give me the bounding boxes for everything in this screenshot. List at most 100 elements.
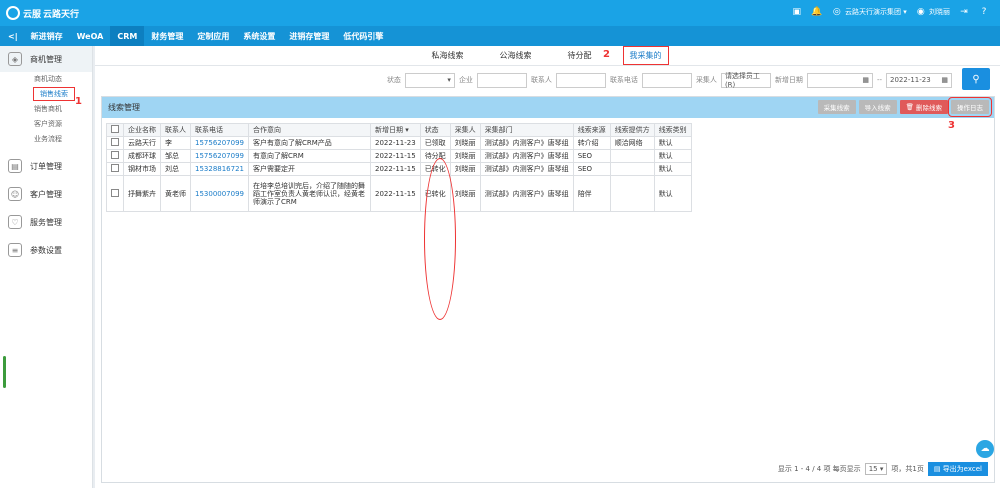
- filter-company-label: 企业: [458, 76, 473, 84]
- panel-header: 线索管理 采集线索 导入线索 🗑 删除线索 操作日志: [102, 97, 994, 118]
- annotation-1: 1: [75, 96, 82, 107]
- company-selector[interactable]: ◎ 云路天行演示集团 ▾: [831, 6, 907, 18]
- cell-intent: 有意向了解CRM: [248, 149, 371, 163]
- brand-prefix: 云服: [23, 9, 42, 20]
- table-row[interactable]: 云路天行 李 15756207099 客户有意向了解CRM产品 2022-11-…: [106, 136, 692, 150]
- trash-icon: 🗑: [905, 103, 914, 111]
- sidebar-group-customers[interactable]: ☺ 客户管理: [0, 181, 92, 207]
- floating-assistant-button[interactable]: ☁: [976, 440, 994, 458]
- cell-company: 抒舞紫卉: [123, 175, 161, 212]
- cell-date: 2022-11-15: [370, 162, 421, 176]
- cell-phone[interactable]: 15300007099: [190, 175, 249, 212]
- cell-phone[interactable]: 15756207099: [190, 149, 249, 163]
- top-bar: 云服 云路天行 ▣ 🔔 ◎ 云路天行演示集团 ▾ ◉ 刘晓丽 ⇥ ?: [0, 0, 1000, 26]
- nav-item-weoa[interactable]: WeOA: [70, 26, 111, 46]
- tab-public-leads[interactable]: 公海线索: [496, 47, 536, 64]
- sidebar: ◈ 商机管理 商机动态 销售线索 销售商机 客户资源 业务流程 ▤ 订单管理 ☺…: [0, 46, 93, 488]
- pagination-summary: 显示 1 - 4 / 4 项 每页显示: [777, 465, 861, 473]
- nav-item-finance[interactable]: 财务管理: [144, 26, 190, 46]
- bell-icon[interactable]: 🔔: [811, 6, 823, 18]
- filter-contact-input[interactable]: [555, 72, 606, 88]
- cell-provider: [609, 162, 655, 176]
- filter-date-from[interactable]: ▦: [806, 72, 873, 88]
- brand-name: 云路天行: [43, 9, 80, 20]
- lead-tabs: 私海线索 公海线索 待分配 我采集的: [95, 46, 1000, 66]
- cell-company: 钢材市场: [123, 162, 161, 176]
- main-nav: <| 新进销存 WeOA CRM 财务管理 定制应用 系统设置 进销存管理 低代…: [0, 26, 1000, 46]
- cell-intent: 在培李总培训完后，介绍了随随的舞蹈工作室负责人黄老师认识，经黄老师演示了CRM: [248, 175, 371, 212]
- checkbox[interactable]: [111, 164, 119, 172]
- sidebar-item-workflow[interactable]: 业务流程: [0, 132, 92, 147]
- export-excel-button[interactable]: ▤ 导出为excel: [927, 462, 988, 476]
- cell-company: 云路天行: [123, 136, 161, 150]
- table-row[interactable]: 抒舞紫卉 黄老师 15300007099 在培李总培训完后，介绍了随随的舞蹈工作…: [106, 175, 692, 212]
- cell-category: 默认: [653, 136, 692, 150]
- operation-log-button[interactable]: 操作日志: [948, 97, 992, 117]
- filter-status-select[interactable]: ▾: [404, 72, 455, 88]
- sidebar-group-service[interactable]: ♡ 服务管理: [0, 209, 92, 235]
- search-button[interactable]: ⚲: [962, 68, 990, 90]
- checkbox[interactable]: [111, 188, 119, 197]
- collect-leads-button[interactable]: 采集线索: [817, 100, 856, 114]
- pagination: 显示 1 - 4 / 4 项 每页显示 15 ▾ 项，共1页 ▤ 导出为exce…: [778, 462, 988, 476]
- user-menu[interactable]: ◉ 刘晓丽: [915, 6, 950, 18]
- cell-intent: 客户有意向了解CRM产品: [248, 136, 371, 150]
- cell-source: SEO: [572, 149, 611, 163]
- status-highlight-ellipse: [424, 158, 456, 320]
- scroll-indicator: [3, 356, 6, 388]
- select-all-cell[interactable]: [106, 123, 124, 137]
- cell-provider: [609, 175, 655, 212]
- page-size-select[interactable]: 15 ▾: [864, 463, 888, 475]
- table-header-row: 企业名称 联系人 联系电话 合作意向 新增日期 ▾ 状态 采集人 采集部门 线索…: [106, 123, 692, 137]
- cell-phone[interactable]: 15328816721: [190, 162, 249, 176]
- cell-provider: [609, 149, 655, 163]
- col-contact: 联系人: [160, 123, 191, 137]
- col-phone: 联系电话: [190, 123, 249, 137]
- nav-item-settings[interactable]: 系统设置: [236, 26, 282, 46]
- app-logo[interactable]: 云服 云路天行: [6, 6, 79, 20]
- sidebar-item-opportunity-feed[interactable]: 商机动态: [0, 72, 92, 87]
- excel-icon: ▤: [933, 465, 941, 473]
- tab-my-collected[interactable]: 我采集的: [622, 46, 669, 65]
- pagination-suffix: 项，共1页: [891, 465, 924, 473]
- lead-panel: 线索管理 采集线索 导入线索 🗑 删除线索 操作日志 企业名称 联系人 联系电话…: [101, 96, 995, 483]
- calendar-icon: ▦: [941, 76, 948, 84]
- cell-date: 2022-11-15: [370, 175, 421, 212]
- nav-item-lowcode[interactable]: 低代码引擎: [336, 26, 390, 46]
- calendar-icon: ▦: [862, 76, 869, 84]
- import-leads-button[interactable]: 导入线索: [858, 100, 897, 114]
- tab-private-leads[interactable]: 私海线索: [428, 47, 468, 64]
- sidebar-group-orders[interactable]: ▤ 订单管理: [0, 153, 92, 179]
- delete-leads-button[interactable]: 🗑 删除线索: [899, 100, 948, 114]
- cell-company: 成都环球: [123, 149, 161, 163]
- nav-item-crm[interactable]: CRM: [110, 26, 145, 46]
- help-icon[interactable]: ?: [978, 6, 990, 18]
- sidebar-item-customer-resources[interactable]: 客户资源: [0, 117, 92, 132]
- nav-item-inventory[interactable]: 进销存管理: [282, 26, 336, 46]
- cell-department: 测试部》内测客户》唐琴组: [479, 149, 574, 163]
- checkbox[interactable]: [111, 138, 119, 146]
- checkbox[interactable]: [111, 125, 119, 133]
- cell-phone[interactable]: 15756207099: [190, 136, 249, 150]
- checkbox[interactable]: [111, 151, 119, 159]
- filter-date-to[interactable]: 2022-11-23 ▦: [886, 72, 952, 88]
- logout-icon[interactable]: ⇥: [958, 6, 970, 18]
- logo-icon: [6, 6, 20, 20]
- cell-date: 2022-11-15: [370, 149, 421, 163]
- tab-unassigned[interactable]: 待分配: [564, 47, 596, 64]
- table-row[interactable]: 成都环球 邹总 15756207099 有意向了解CRM 2022-11-15 …: [106, 149, 692, 163]
- cell-collector: 刘晓丽: [449, 136, 481, 150]
- nav-item-jxc[interactable]: 新进销存: [24, 26, 70, 46]
- filter-collector-input[interactable]: 请选择员工 (R): [720, 72, 771, 89]
- table-row[interactable]: 钢材市场 刘总 15328816721 客户需要定开 2022-11-15 已转…: [106, 162, 692, 176]
- monitor-icon[interactable]: ▣: [791, 6, 803, 18]
- filter-company-input[interactable]: [476, 72, 527, 88]
- cell-status: 已领取: [419, 136, 451, 150]
- col-date[interactable]: 新增日期 ▾: [370, 123, 421, 137]
- sidebar-group-params[interactable]: ≡ 参数设置: [0, 237, 92, 263]
- nav-back[interactable]: <|: [0, 32, 24, 41]
- filter-phone-input[interactable]: [641, 72, 692, 88]
- nav-item-custom[interactable]: 定制应用: [190, 26, 236, 46]
- sidebar-group-opportunity[interactable]: ◈ 商机管理: [0, 46, 92, 72]
- filter-date-label: 新增日期: [774, 76, 803, 84]
